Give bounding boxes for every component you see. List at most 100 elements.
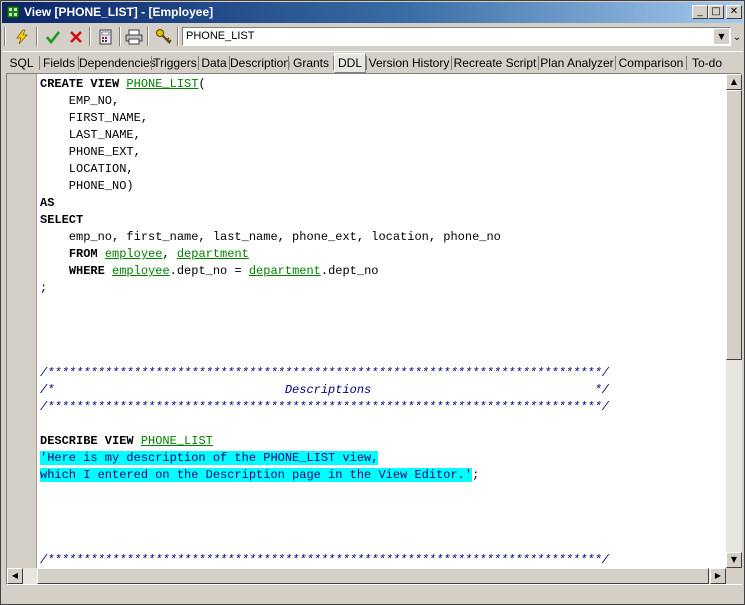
code-line: which I entered on the Description page … [40,467,726,484]
tab-comparison[interactable]: Comparison [616,54,686,72]
toolbar-overflow-chevron-icon[interactable]: ⌄ [732,26,742,48]
title-bar[interactable]: View [PHONE_LIST] - [Employee] _ □ ✕ [2,2,743,23]
code-line: PHONE_EXT, [40,144,726,161]
sql-comment: /***************************************… [40,400,609,414]
horizontal-scrollbar[interactable]: ◀ ▶ [7,568,726,584]
cross-icon [70,31,82,43]
sql-keyword: DESCRIBE VIEW [40,434,141,448]
object-link[interactable]: PHONE_LIST [126,77,198,91]
horizontal-scroll-thumb[interactable] [37,568,709,584]
sql-comment: /* Descriptions */ [40,383,609,397]
scroll-right-icon[interactable]: ▶ [710,568,726,584]
toolbar-separator [147,27,149,46]
sql-comment: /***************************************… [40,553,609,567]
tab-triggers[interactable]: Triggers [152,54,198,72]
code-line: /***************************************… [40,399,726,416]
scroll-down-icon[interactable]: ▼ [726,552,742,568]
tab-data[interactable]: Data [199,54,229,72]
checkmark-icon [45,31,61,45]
tab-dependencies[interactable]: Dependencies [79,54,156,72]
printer-icon [125,29,143,45]
restore-button[interactable]: □ [708,5,724,19]
code-text: PHONE_NO) [40,179,134,193]
lightning-icon [16,29,28,45]
scroll-corner [726,568,742,584]
compile-button[interactable] [11,26,33,48]
window-title: View [PHONE_LIST] - [Employee] [24,5,214,19]
sql-keyword: SELECT [40,213,84,227]
code-line: WHERE employee.dept_no = department.dept… [40,263,726,280]
view-editor-window: View [PHONE_LIST] - [Employee] _ □ ✕ PHO… [0,0,745,605]
object-link[interactable]: department [177,247,249,261]
view-icon [6,5,20,19]
tab-grants[interactable]: Grants [289,54,333,72]
tab-to-do[interactable]: To-do [687,54,727,72]
code-line: /* Descriptions */ [40,382,726,399]
calculator-icon [99,29,112,45]
code-text: ; [472,468,480,482]
tab-version-history[interactable]: Version History [367,54,451,72]
code-line: FIRST_NAME, [40,110,726,127]
vertical-scrollbar[interactable]: ▲ ▼ [726,74,742,568]
object-link[interactable]: PHONE_LIST [141,434,213,448]
code-line: LOCATION, [40,161,726,178]
code-text: .dept_no [320,264,379,278]
toolbar: PHONE_LIST ▼ ⌄ [2,24,743,49]
tab-fields[interactable]: Fields [40,54,78,72]
code-line: /***************************************… [40,552,726,569]
commit-button[interactable] [42,26,64,48]
vertical-scroll-thumb[interactable] [726,90,742,360]
object-link[interactable]: employee [105,247,163,261]
toolbar-grip [4,27,6,46]
code-line: DESCRIBE VIEW PHONE_LIST [40,433,726,450]
tab-sql[interactable]: SQL [4,54,39,72]
tab-recreate-script[interactable]: Recreate Script [452,54,538,72]
code-text: EMP_NO, [40,94,120,108]
code-line: FROM employee, department [40,246,726,263]
print-button[interactable] [123,26,145,48]
scroll-left-icon[interactable]: ◀ [7,568,23,584]
object-select[interactable]: PHONE_LIST ▼ [182,27,731,46]
code-text: ( [198,77,206,91]
chevron-down-icon[interactable]: ▼ [714,29,729,44]
code-text: LAST_NAME, [40,128,141,142]
code-text: FIRST_NAME, [40,111,149,125]
toolbar-separator [36,27,38,46]
toolbar-separator [89,27,91,46]
code-area[interactable]: CREATE VIEW PHONE_LIST( EMP_NO, FIRST_NA… [40,76,726,582]
tab-ddl[interactable]: DDL [334,53,366,73]
minimize-button[interactable]: _ [692,5,708,19]
status-bar [2,587,743,604]
sql-keyword: WHERE [68,264,113,278]
code-text: , [162,247,177,261]
tab-plan-analyzer[interactable]: Plan Analyzer [539,54,615,72]
ddl-editor[interactable]: CREATE VIEW PHONE_LIST( EMP_NO, FIRST_NA… [6,73,742,585]
code-text: PHONE_EXT, [40,145,141,159]
keys-button[interactable] [153,26,175,48]
line-gutter [7,74,37,584]
code-line: EMP_NO, [40,93,726,110]
calculator-button[interactable] [95,26,117,48]
code-text: LOCATION, [40,162,134,176]
code-line: CREATE VIEW PHONE_LIST( [40,76,726,93]
rollback-button[interactable] [65,26,87,48]
sql-keyword: AS [40,196,55,210]
object-link[interactable]: employee [112,264,170,278]
close-button[interactable]: ✕ [726,5,742,19]
code-line: emp_no, first_name, last_name, phone_ext… [40,229,726,246]
scroll-up-icon[interactable]: ▲ [726,74,742,90]
tab-description[interactable]: Description [230,54,290,72]
object-link[interactable]: department [249,264,321,278]
tab-strip: SQL Fields Dependencies Triggers Data Descrip… [2,51,743,73]
key-icon [156,29,172,44]
